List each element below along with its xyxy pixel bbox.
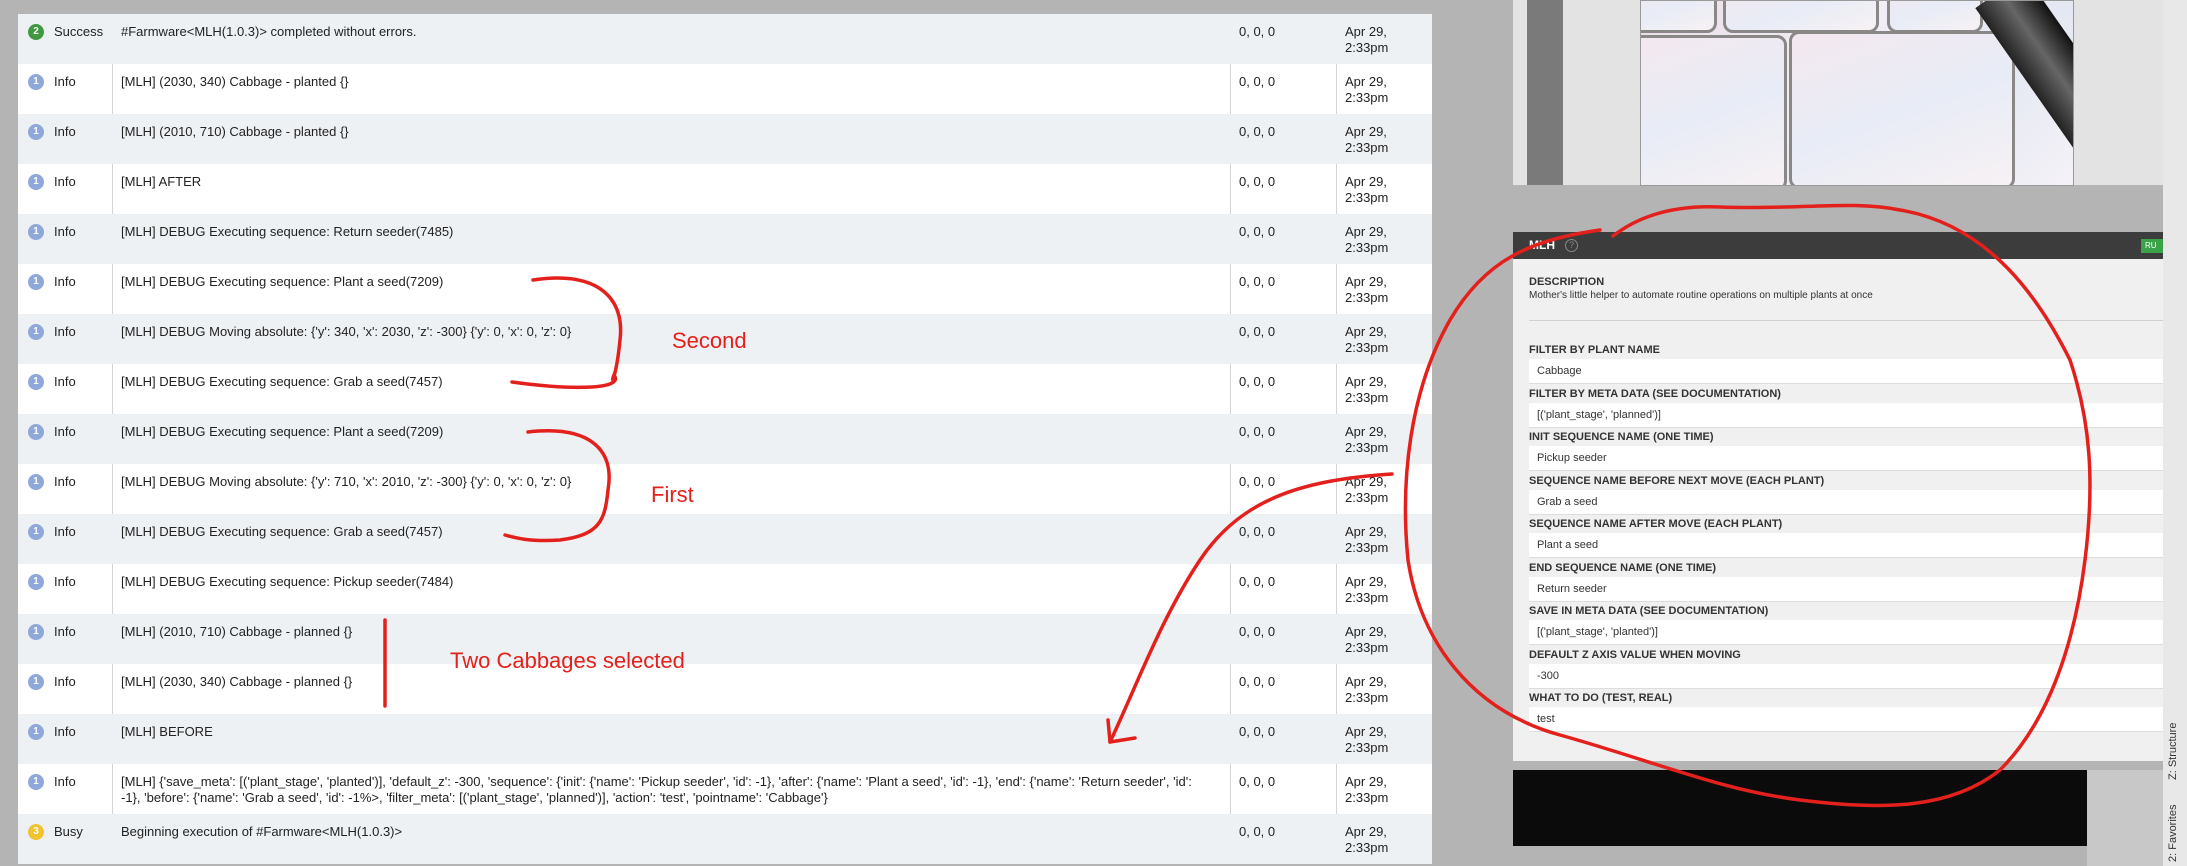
annotation-first: First	[651, 482, 694, 507]
arrow-curve	[1108, 472, 1394, 744]
brace-second	[510, 276, 623, 390]
annotation-second: Second	[672, 328, 747, 353]
big-loop	[1403, 203, 2092, 808]
ink-annotations	[383, 203, 2092, 808]
annotation-two-cabbages: Two Cabbages selected	[450, 648, 685, 673]
brace-first	[503, 429, 611, 543]
